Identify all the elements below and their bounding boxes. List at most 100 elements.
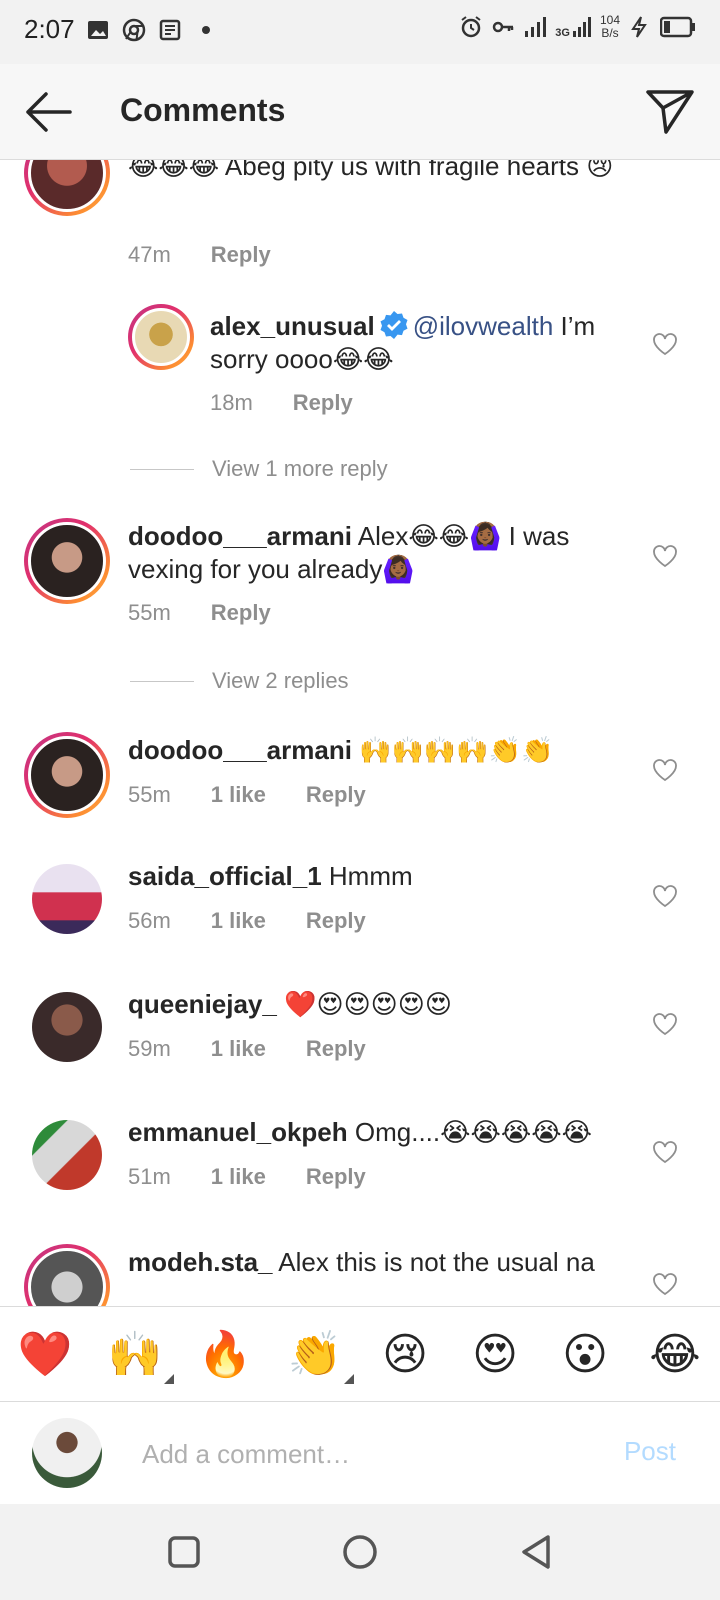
comment-item: queeniejay_ ❤️😍😍😍😍😍 59m 1 like Reply [0,988,720,1098]
reply-button[interactable]: Reply [293,390,353,416]
emoji-heart-button[interactable]: ❤️ [10,1328,80,1380]
my-avatar [32,1418,102,1488]
comment-time: 55m [128,782,171,807]
comment-username[interactable]: doodoo___armani [128,521,352,551]
heart-icon[interactable] [652,544,678,568]
like-count[interactable]: 1 like [211,908,266,934]
reply-button[interactable]: Reply [211,242,271,268]
comment-input[interactable] [142,1432,592,1476]
divider [130,680,194,682]
comment-username[interactable]: emmanuel_okpeh [128,1117,348,1147]
comment-time: 51m [128,1164,171,1189]
comment-time: 59m [128,1036,171,1061]
comment-username[interactable]: saida_official_1 [128,861,322,891]
status-time: 2:07 [24,14,75,44]
comment-item: doodoo___armani Alex😂😂🙆🏾‍♀️ I was vexing… [0,518,720,658]
signal-icon [525,17,547,37]
avatar[interactable] [32,864,102,934]
comment-list[interactable]: 😂😂😂 Abeg pity us with fragile hearts 😢 4… [0,160,720,1306]
charging-icon [631,16,647,38]
recents-icon[interactable] [164,1532,204,1572]
comment-text: doodoo___armani Alex😂😂🙆🏾‍♀️ I was vexing… [128,520,628,586]
like-count[interactable]: 1 like [211,1036,266,1062]
heart-icon[interactable] [652,758,678,782]
back-triangle-icon[interactable] [516,1532,556,1572]
comment-body: Alex this is not the usual na [278,1247,595,1277]
reply-button[interactable]: Reply [211,600,271,626]
heart-icon[interactable] [652,332,678,356]
comment-text: saida_official_1 Hmmm [128,860,628,893]
comment-time: 56m [128,908,171,933]
comment-text: doodoo___armani 🙌🙌🙌🙌👏👏 [128,734,628,767]
comment-mention[interactable]: @ilovwealth [413,311,554,341]
like-count[interactable]: 1 like [211,782,266,808]
emoji-heart-eyes-button[interactable]: 😍 [460,1329,530,1380]
skin-tone-indicator-icon [164,1374,174,1384]
comment-text: alex_unusual @ilovwealth I’m sorry oooo😂😂 [210,310,630,376]
heart-icon[interactable] [652,1012,678,1036]
avatar[interactable] [32,1120,102,1190]
heart-icon[interactable] [652,1140,678,1164]
comment-meta: 47m Reply [128,242,271,268]
comment-username[interactable]: alex_unusual [210,311,375,341]
comment-meta: 55m 1 like Reply [128,782,366,808]
comment-time: 55m [128,600,171,625]
comment-composer: Post [0,1402,720,1504]
comment-text: emmanuel_okpeh Omg....😭😭😭😭😭 [128,1116,628,1149]
net-speed: 104 B/s [600,14,620,40]
heart-icon[interactable] [652,1272,678,1296]
view-more-label[interactable]: View 1 more reply [212,456,388,482]
comment-item: emmanuel_okpeh Omg....😭😭😭😭😭 51m 1 like R… [0,1116,720,1226]
verified-badge-icon [380,311,408,339]
comment-item: saida_official_1 Hmmm 56m 1 like Reply [0,860,720,970]
reply-button[interactable]: Reply [306,908,366,934]
view-more-replies[interactable]: View 2 replies [130,668,349,694]
comment-time: 47m [128,242,171,267]
comment-body: 😂😂😂 Abeg pity us with fragile hearts 😢 [128,160,614,181]
key-icon [493,21,514,33]
divider [130,468,194,470]
view-more-label[interactable]: View 2 replies [212,668,349,694]
status-icons-right: 3G 104 B/s [459,14,696,40]
battery-icon [660,16,695,38]
comment-username[interactable]: doodoo___armani [128,735,352,765]
emoji-fire-button[interactable]: 🔥 [190,1328,260,1380]
page-title: Comments [120,92,286,128]
avatar[interactable] [24,160,110,216]
alarm-icon [461,16,481,38]
send-direct-icon[interactable] [644,86,696,136]
home-icon[interactable] [340,1532,380,1572]
comment-body: Hmmm [328,861,413,891]
comment-username[interactable]: modeh.sta_ [128,1247,273,1277]
avatar[interactable] [24,518,110,604]
comment-username[interactable]: queeniejay_ [128,989,277,1019]
post-button[interactable]: Post [624,1436,676,1467]
reply-button[interactable]: Reply [306,1164,366,1190]
app-header: Comments [0,64,720,160]
reply-button[interactable]: Reply [306,1036,366,1062]
emoji-surprised-button[interactable]: 😮 [550,1329,620,1380]
emoji-laughing-button[interactable]: 😂 [640,1329,710,1380]
reply-button[interactable]: Reply [306,782,366,808]
avatar[interactable] [24,732,110,818]
back-arrow-icon[interactable] [22,88,74,136]
avatar[interactable] [24,1244,110,1306]
comment-item: doodoo___armani 🙌🙌🙌🙌👏👏 55m 1 like Reply [0,732,720,842]
comment-body: ❤️😍😍😍😍😍 [284,989,452,1019]
news-icon [159,19,181,41]
network-type-label: 3G [555,27,570,39]
comment-text: modeh.sta_ Alex this is not the usual na [128,1246,628,1279]
view-more-replies[interactable]: View 1 more reply [130,456,388,482]
avatar[interactable] [32,992,102,1062]
comment-text: queeniejay_ ❤️😍😍😍😍😍 [128,988,628,1021]
like-count[interactable]: 1 like [211,1164,266,1190]
emoji-raising-hands-button[interactable]: 🙌 [100,1328,174,1384]
comment-body: Omg....😭😭😭😭😭 [354,1117,593,1147]
emoji-glyph: 👏 [287,1330,343,1379]
emoji-clap-button[interactable]: 👏 [280,1328,354,1384]
avatar[interactable] [128,304,194,370]
heart-icon[interactable] [652,884,678,908]
skin-tone-indicator-icon [344,1374,354,1384]
comment-meta: 59m 1 like Reply [128,1036,366,1062]
emoji-crying-button[interactable]: 😢 [370,1329,440,1380]
